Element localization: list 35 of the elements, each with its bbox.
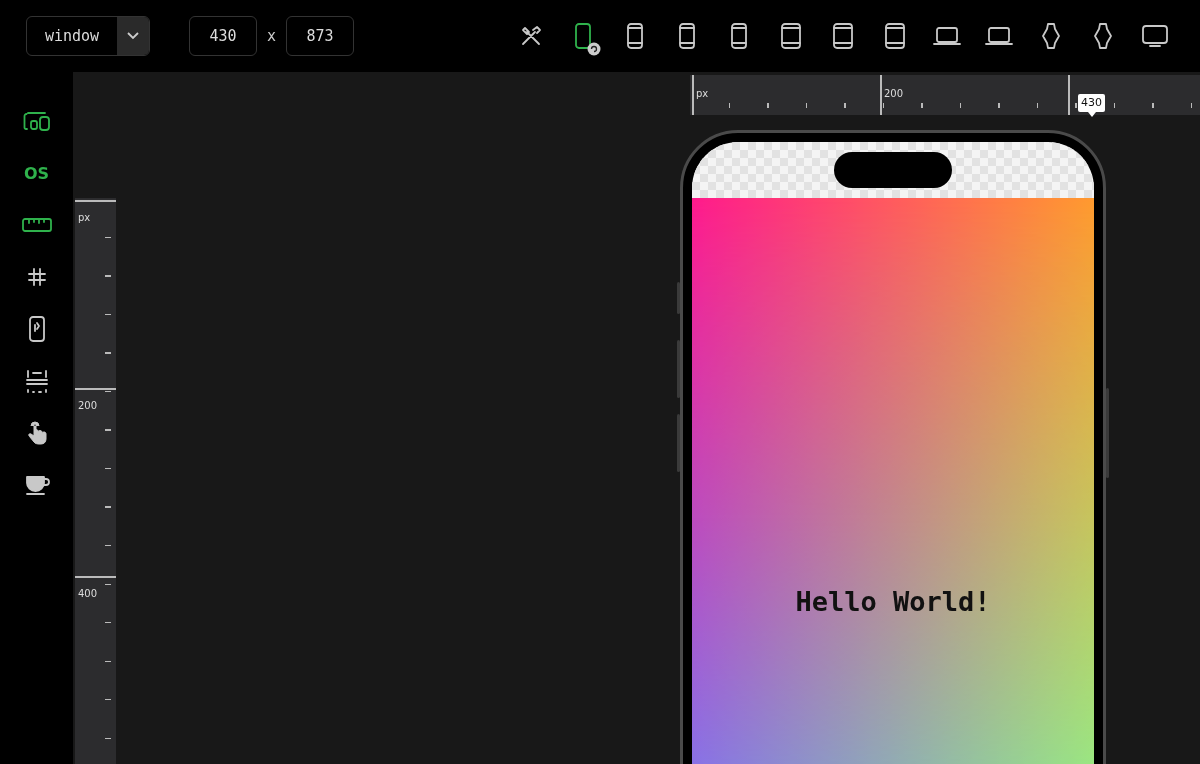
select-value: window xyxy=(43,26,101,47)
tablet-icon xyxy=(832,22,854,50)
laptop-icon xyxy=(932,25,962,47)
ruler-label: px xyxy=(696,88,709,100)
hello-text: Hello World! xyxy=(795,586,991,619)
phone-frame-icon xyxy=(27,315,46,343)
pointer-icon xyxy=(1088,112,1096,117)
width-field[interactable]: 430 xyxy=(189,16,257,56)
cup-icon xyxy=(23,473,50,497)
watch-icon xyxy=(1093,22,1113,50)
mode-select[interactable]: window xyxy=(26,16,150,56)
watch-icon xyxy=(1041,22,1061,50)
phone-icon xyxy=(574,22,592,50)
size-separator: x xyxy=(267,27,277,45)
devices-icon xyxy=(22,109,51,133)
monitor-icon xyxy=(1140,23,1170,49)
laptop-icon xyxy=(984,25,1014,47)
tools-icon xyxy=(519,24,543,48)
ruler-label: 200 xyxy=(884,88,904,100)
height-field[interactable]: 873 xyxy=(286,16,355,56)
ruler-label: px xyxy=(78,212,91,224)
ruler-label: 400 xyxy=(78,588,98,600)
phone-icon xyxy=(678,22,696,50)
grid-icon xyxy=(25,266,48,288)
chevron-down-icon xyxy=(126,31,140,41)
tablet-icon xyxy=(884,22,906,50)
tablet-icon xyxy=(780,22,802,50)
layout-icon xyxy=(23,368,50,394)
ruler-label: 200 xyxy=(78,400,98,412)
phone-icon xyxy=(626,22,644,50)
os-toggle[interactable]: OS xyxy=(14,151,59,195)
phone-icon xyxy=(730,22,748,50)
ruler-icon xyxy=(20,215,53,235)
dropdown-button[interactable] xyxy=(117,17,149,55)
rotate-badge-icon xyxy=(587,42,601,56)
